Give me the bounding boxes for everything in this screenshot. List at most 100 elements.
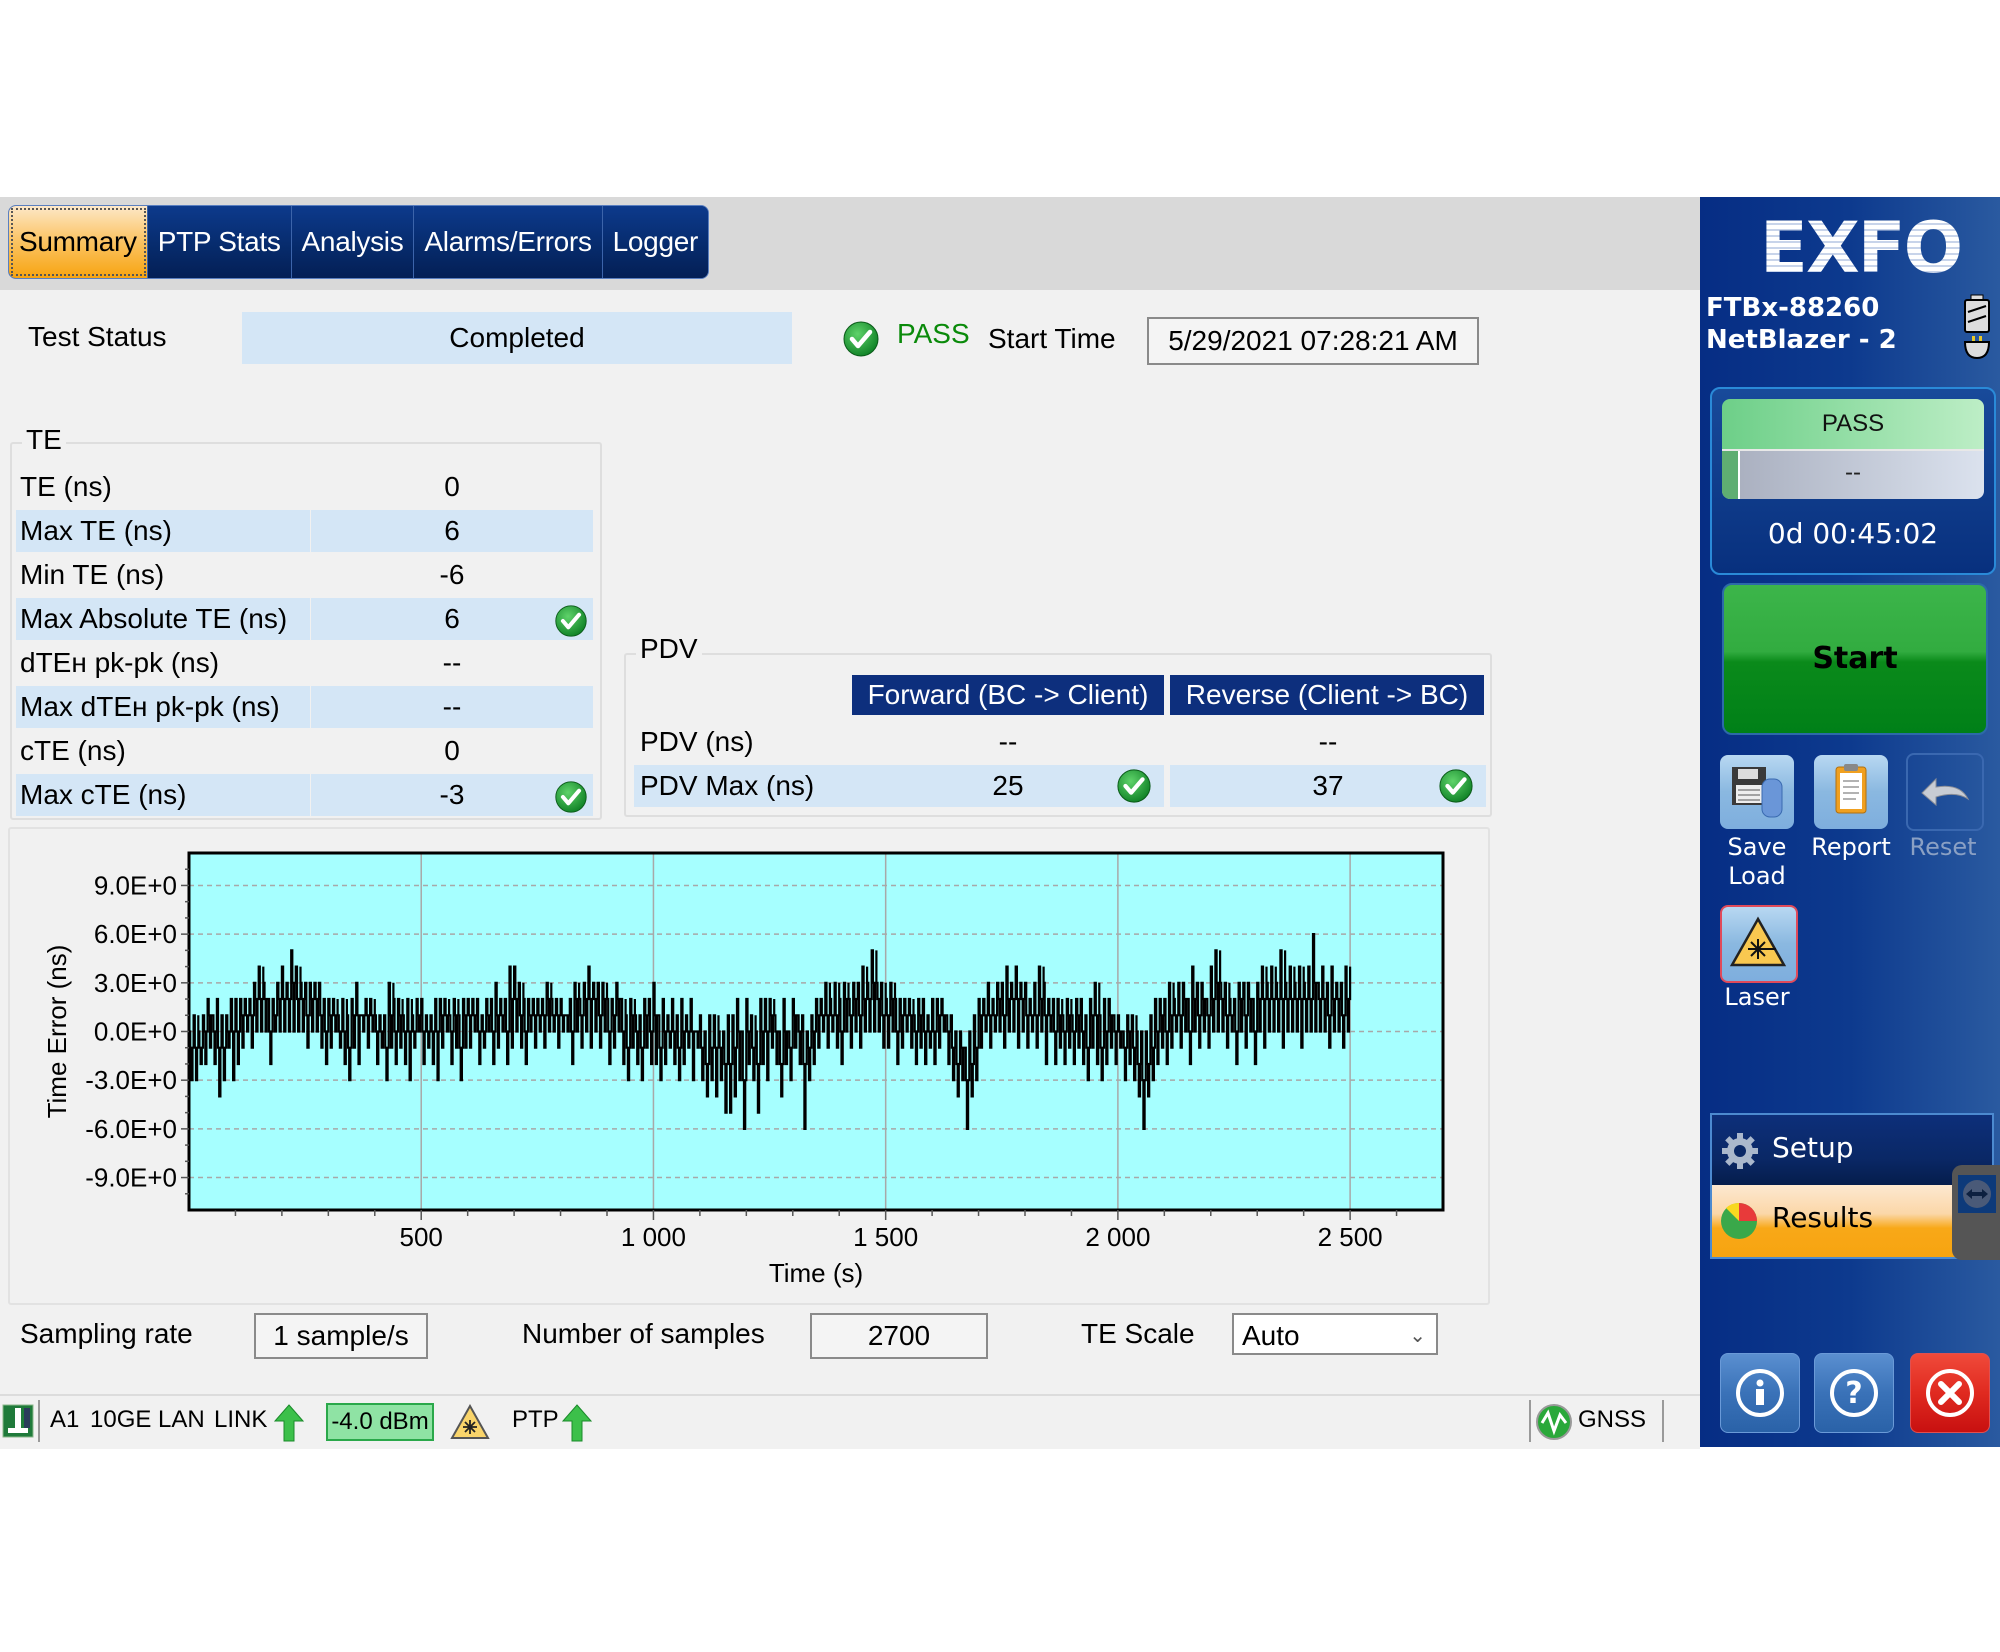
te-table-row: TE (ns) 0	[16, 466, 598, 508]
gnss-icon[interactable]	[1535, 1403, 1573, 1441]
save-load-label: Save Load	[1710, 833, 1804, 891]
pdv-row-label: PDV Max (ns)	[634, 765, 852, 807]
test-verdict: PASS	[897, 318, 970, 349]
x-axis-label: Time (s)	[769, 1258, 863, 1288]
check-circle-icon	[843, 321, 879, 357]
link-up-arrow-icon	[274, 1404, 304, 1442]
device-model: FTBx-88260	[1706, 293, 1880, 323]
elapsed-time: 0d 00:45:02	[1767, 517, 1939, 550]
te-chart: 500 1 000 1 500 2 000 2 500 9.0E+0 6.0E+0 3.0E+…	[42, 851, 1445, 1288]
te-table-row: Max dTEн pk-pk (ns) --	[16, 686, 598, 728]
te-table-row: Max cTE (ns) -3	[16, 774, 598, 816]
reset-label: Reset	[1909, 833, 1977, 861]
te-row-value: 6	[311, 510, 593, 552]
laser-warning-icon	[1729, 916, 1787, 967]
te-row-label: TE (ns)	[20, 471, 112, 502]
y-tick-label: 9.0E+0	[94, 870, 177, 900]
te-row-label: Max cTE (ns)	[16, 774, 310, 816]
undo-arrow-icon	[1921, 777, 1970, 807]
test-progress-text: --	[1845, 459, 1861, 486]
tab-analysis[interactable]: Analysis	[291, 206, 415, 278]
port-label: A1	[50, 1406, 80, 1433]
te-row-value: -3	[311, 774, 593, 816]
info-button[interactable]	[1720, 1353, 1800, 1433]
chevron-down-icon: ⌄	[1409, 1325, 1426, 1347]
tab-alarms-errors[interactable]: Alarms/Errors	[414, 206, 603, 278]
status-separator	[1529, 1400, 1531, 1442]
te-row-label: Max TE (ns)	[16, 510, 310, 552]
optical-power-badge: -4.0 dBm	[326, 1403, 434, 1441]
result-tabs: Summary PTP Stats Analysis Alarms/Errors…	[8, 205, 710, 279]
main-area: Summary PTP Stats Analysis Alarms/Errors…	[0, 197, 1700, 1449]
pdv-column-forward: Forward (BC -> Client)	[852, 675, 1164, 715]
pdv-reverse-value: 37	[1170, 765, 1486, 807]
help-button[interactable]: ?	[1814, 1353, 1894, 1433]
status-separator	[1662, 1400, 1664, 1442]
te-row-label: dTEн pk-pk (ns)	[20, 647, 220, 678]
pdv-forward-value: --	[852, 721, 1164, 763]
nav-results-label: Results	[1772, 1201, 1874, 1234]
report-label: Report	[1811, 833, 1891, 861]
start-button[interactable]: Start	[1722, 583, 1988, 735]
exit-button[interactable]	[1910, 1353, 1990, 1433]
interface-label: 10GE LAN	[90, 1406, 205, 1433]
y-tick-label: -6.0E+0	[85, 1114, 177, 1144]
te-row-label: Min TE (ns)	[20, 559, 165, 590]
te-row-value: --	[442, 647, 462, 678]
pdv-row-label: PDV (ns)	[640, 726, 754, 757]
ptp-label: PTP	[512, 1406, 559, 1433]
te-row-value: 0	[444, 471, 460, 502]
laser-button[interactable]	[1720, 905, 1798, 983]
y-tick-label: 0.0E+0	[94, 1017, 177, 1047]
te-group: TE TE (ns) 0 Max TE (ns) 6 Min TE (ns) -6 Max …	[10, 424, 602, 820]
remote-access-tab[interactable]	[1952, 1165, 2000, 1260]
check-circle-icon	[1439, 769, 1473, 803]
report-clipboard-icon	[1835, 764, 1867, 814]
save-load-icon	[1732, 767, 1783, 818]
pdv-value-text: 25	[992, 770, 1024, 801]
pdv-value-text: --	[1318, 726, 1338, 757]
device-name: FTBx-88260 NetBlazer - 2	[1706, 292, 1897, 356]
start-time-value: 5/29/2021 07:28:21 AM	[1147, 317, 1479, 365]
te-scale-label: TE Scale	[1081, 1318, 1195, 1349]
te-table-row: dTEн pk-pk (ns) --	[16, 642, 598, 684]
exfo-logo: EXFO	[1760, 207, 1963, 289]
test-progress-bar: --	[1722, 449, 1984, 499]
pdv-group: PDV Forward (BC -> Client) Reverse (Clie…	[624, 633, 1492, 817]
pdv-reverse-value: --	[1170, 721, 1486, 763]
device-app: NetBlazer - 2	[1706, 325, 1897, 355]
x-tick-label: 2 500	[1318, 1222, 1383, 1252]
pdv-forward-value: 25	[852, 765, 1164, 807]
laser-warning-icon	[450, 1404, 490, 1439]
nav-setup-label: Setup	[1772, 1131, 1854, 1164]
info-icon	[1736, 1369, 1784, 1417]
status-bar: A1 10GE LAN LINK -4.0 dBm PTP GNSS	[0, 1394, 1700, 1449]
load-label: Load	[1728, 862, 1786, 890]
gnss-label: GNSS	[1578, 1406, 1647, 1433]
sampling-rate-value: 1 sample/s	[254, 1313, 428, 1359]
test-status-card: PASS -- 0d 00:45:02	[1710, 387, 1996, 575]
num-samples-label: Number of samples	[522, 1318, 765, 1349]
save-label: Save	[1727, 833, 1787, 861]
tab-bar: Summary PTP Stats Analysis Alarms/Errors…	[0, 197, 1700, 290]
tab-ptp-stats[interactable]: PTP Stats	[147, 206, 292, 278]
te-scale-select[interactable]: Auto ⌄	[1232, 1313, 1438, 1355]
te-row-value: 0	[444, 735, 460, 766]
port-icon[interactable]	[2, 1404, 34, 1438]
check-circle-icon	[555, 605, 587, 637]
tab-summary[interactable]: Summary	[9, 206, 148, 278]
save-load-button[interactable]	[1720, 755, 1794, 829]
te-chart-panel: 500 1 000 1 500 2 000 2 500 9.0E+0 6.0E+0 3.0E+…	[8, 827, 1490, 1305]
x-tick-label: 1 000	[621, 1222, 686, 1252]
te-row-value: 6	[311, 598, 593, 640]
reset-button[interactable]	[1906, 753, 1984, 831]
te-table-row: Min TE (ns) -6	[16, 554, 598, 596]
test-status-label: Test Status	[28, 321, 167, 352]
tab-logger[interactable]: Logger	[602, 206, 709, 278]
num-samples-value: 2700	[810, 1313, 988, 1359]
te-row-label: Max Absolute TE (ns)	[16, 598, 310, 640]
te-scale-value: Auto	[1242, 1320, 1300, 1351]
te-table-row: cTE (ns) 0	[16, 730, 598, 772]
report-button[interactable]	[1814, 755, 1888, 829]
svg-text:?: ?	[1845, 1376, 1862, 1411]
